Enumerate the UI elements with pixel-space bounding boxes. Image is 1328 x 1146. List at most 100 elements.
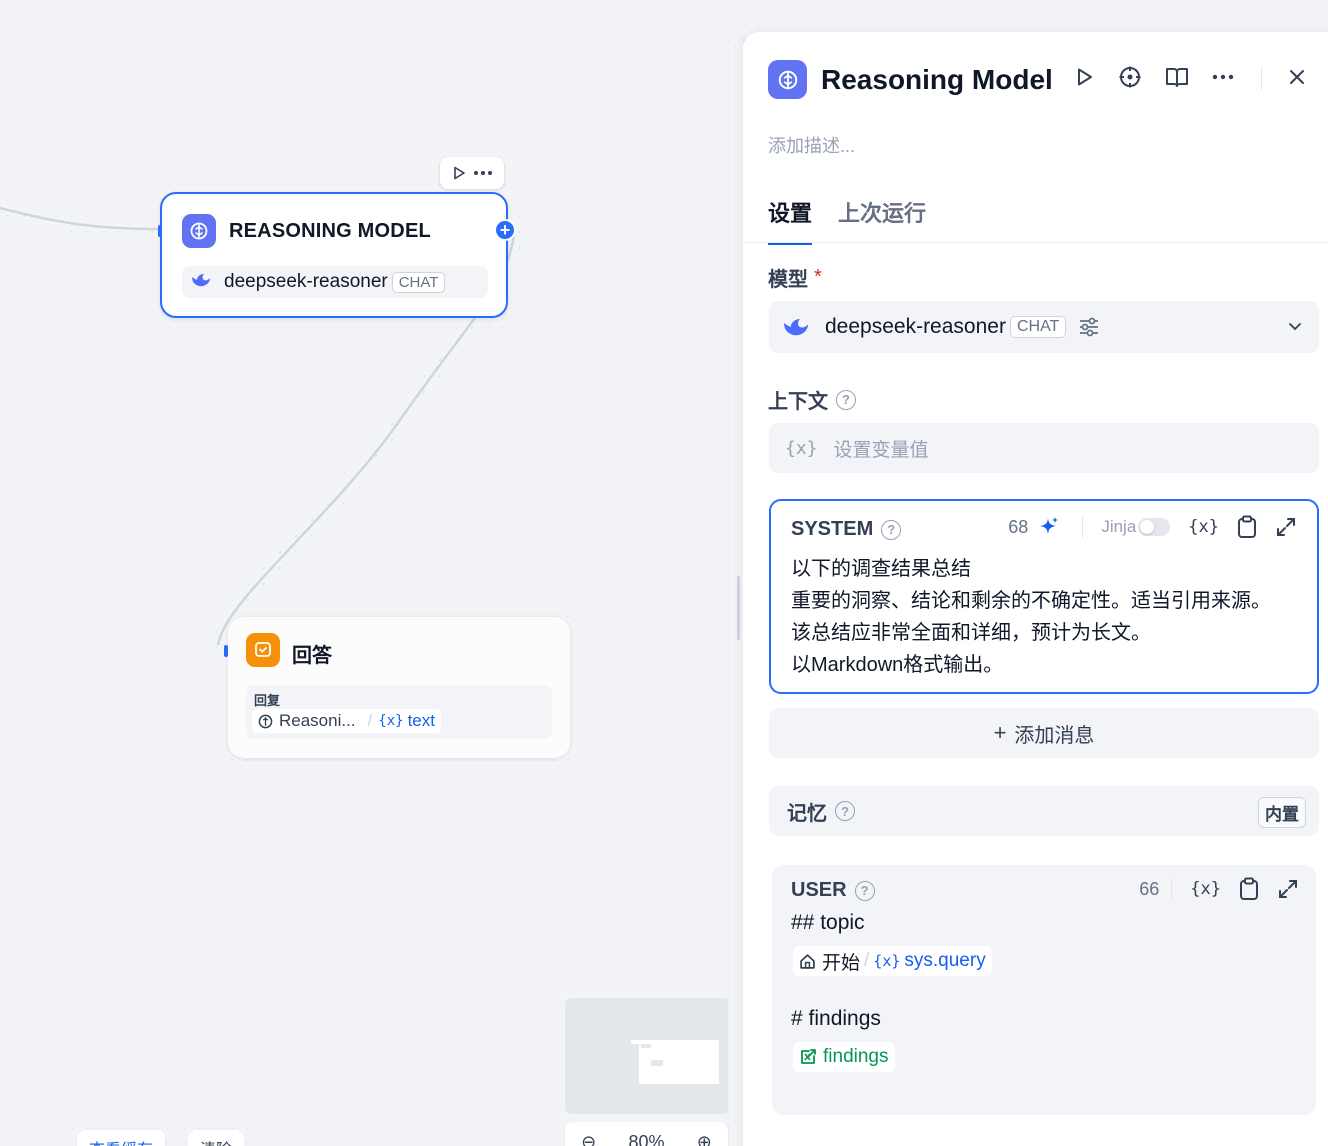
memory-section[interactable]: 记忆 ? 内置 [769, 786, 1319, 836]
variable-icon: {x} [785, 437, 818, 459]
zoom-out-icon[interactable]: ⊖ [581, 1132, 596, 1146]
system-char-count: 68 [1008, 516, 1029, 537]
reasoning-small-icon [258, 714, 273, 729]
add-next-node-button[interactable]: + [494, 219, 516, 241]
target-icon[interactable] [1118, 65, 1142, 89]
node-run-icon[interactable] [451, 165, 467, 181]
system-line: 以下的调查结果总结 [791, 558, 971, 580]
tabs-divider [743, 242, 1328, 243]
tune-icon[interactable] [1078, 317, 1100, 337]
clipboard-icon[interactable] [1239, 877, 1259, 901]
minimap[interactable] [565, 998, 728, 1114]
context-label: 上下文 [768, 391, 828, 413]
reasoning-node-icon [182, 214, 216, 248]
variable-icon: {x} [378, 713, 404, 729]
help-icon[interactable]: ? [881, 519, 902, 540]
node-settings-panel: Reasoning Model 添加描述... 设置 上次运行 模型 * dee… [743, 32, 1328, 1146]
home-icon [799, 953, 816, 970]
jinja-toggle[interactable] [1138, 518, 1171, 536]
user-prompt-editor[interactable]: USER ? 66 {x} ## topic 开始 / {x} sys.quer… [772, 865, 1316, 1115]
workflow-canvas[interactable]: REASONING MODEL deepseek-reasoner CHAT +… [0, 0, 744, 1146]
reply-label: 回复 [254, 693, 281, 708]
deepseek-icon [781, 315, 811, 339]
edges-layer [0, 206, 516, 646]
tools-divider [1171, 878, 1173, 900]
panel-actions [1073, 65, 1257, 89]
var2-name: findings [823, 1046, 889, 1067]
more-icon[interactable] [1212, 74, 1234, 80]
node-model-name: deepseek-reasoner [224, 271, 388, 292]
chevron-down-icon[interactable] [1287, 318, 1303, 334]
reasoning-model-node[interactable]: REASONING MODEL deepseek-reasoner CHAT [160, 192, 508, 318]
add-message-button[interactable]: + 添加消息 [769, 708, 1319, 758]
answer-node-title: 回答 [292, 645, 332, 667]
system-line: 以Markdown格式输出。 [791, 654, 1004, 676]
node-header: REASONING MODEL [182, 214, 431, 248]
node-toolbar [440, 157, 504, 189]
tab-settings[interactable]: 设置 [768, 196, 813, 245]
findings-variable-chip[interactable]: findings [793, 1042, 895, 1072]
node-more-icon[interactable] [473, 170, 493, 176]
help-icon[interactable]: ? [854, 880, 875, 901]
model-label: 模型 [768, 269, 808, 291]
model-chat-badge: CHAT [1009, 316, 1067, 338]
reply-var-name: text [407, 711, 435, 730]
panel-tabs: 设置 上次运行 [768, 196, 952, 245]
close-icon[interactable] [1288, 68, 1306, 86]
user-char-count: 66 [1139, 878, 1160, 899]
context-variable-input[interactable]: {x} 设置变量值 [769, 423, 1319, 473]
description-input[interactable]: 添加描述... [768, 132, 855, 158]
model-selector[interactable]: deepseek-reasoner CHAT [769, 301, 1319, 353]
help-icon[interactable]: ? [836, 389, 856, 410]
panel-header: Reasoning Model [768, 60, 1053, 99]
insert-variable-icon[interactable]: {x} [1190, 879, 1221, 899]
user-label: USER [791, 879, 847, 901]
var1-name: sys.query [904, 950, 986, 971]
system-label: SYSTEM [791, 518, 874, 540]
system-line: 重要的洞察、结论和剩余的不确定性。适当引用来源。 [791, 590, 1271, 612]
view-cache-button[interactable]: 查看缓存 [77, 1130, 166, 1146]
system-tools: 68 Jinja {x} [990, 515, 1297, 539]
clipboard-icon[interactable] [1237, 515, 1257, 539]
insert-variable-icon[interactable]: {x} [1188, 517, 1219, 537]
run-icon[interactable] [1073, 66, 1095, 88]
system-prompt-text[interactable]: 以下的调查结果总结 重要的洞察、结论和剩余的不确定性。适当引用来源。 该总结应非… [791, 553, 1306, 681]
zoom-control: ⊖ 80% ⊕ [565, 1122, 728, 1146]
book-icon[interactable] [1165, 66, 1189, 88]
node-title: REASONING MODEL [229, 219, 431, 242]
loop-icon [799, 1048, 817, 1066]
system-prompt-editor[interactable]: SYSTEM ? 68 Jinja {x} 以下的调查结果总结 重要的洞察、结论… [769, 499, 1319, 694]
clear-button[interactable]: 清除 [188, 1130, 245, 1146]
node-model-pill: deepseek-reasoner CHAT [182, 266, 488, 298]
expand-icon[interactable] [1277, 878, 1299, 900]
zoom-in-icon[interactable]: ⊕ [697, 1132, 712, 1146]
expand-icon[interactable] [1275, 516, 1297, 538]
memory-builtin-badge: 内置 [1258, 797, 1306, 828]
sparkle-icon[interactable] [1038, 516, 1060, 538]
answer-reply-box: 回复 Reasoni... / {x} text [246, 685, 552, 739]
node-chat-badge: CHAT [391, 271, 446, 293]
panel-node-icon [768, 60, 807, 99]
system-header: SYSTEM ? [791, 518, 902, 541]
panel-title[interactable]: Reasoning Model [821, 64, 1053, 96]
deepseek-icon [190, 271, 212, 294]
add-message-label: 添加消息 [1014, 724, 1095, 747]
user-line-topic: ## topic [791, 911, 865, 934]
help-icon[interactable]: ? [835, 801, 855, 821]
user-header: USER ? [791, 879, 875, 902]
model-name: deepseek-reasoner [825, 315, 1006, 338]
var1-source: 开始 [822, 952, 861, 974]
edge-start-to-reasoning [0, 206, 161, 231]
reply-var-source: Reasoni... [279, 711, 356, 730]
panel-resize-handle[interactable] [737, 576, 740, 640]
sys-query-variable-chip[interactable]: 开始 / {x} sys.query [793, 946, 992, 976]
memory-label: 记忆 [787, 802, 827, 825]
answer-node[interactable]: 回答 回复 Reasoni... / {x} text [228, 617, 570, 758]
zoom-level[interactable]: 80% [628, 1132, 664, 1146]
user-line-findings: # findings [791, 1007, 881, 1030]
answer-node-icon [246, 633, 280, 667]
tab-last-run[interactable]: 上次运行 [838, 196, 926, 245]
model-section-label: 模型 * [768, 263, 822, 292]
user-tools: 66 {x} [1121, 877, 1299, 901]
system-line: 该总结应非常全面和详细，预计为长文。 [791, 622, 1151, 644]
